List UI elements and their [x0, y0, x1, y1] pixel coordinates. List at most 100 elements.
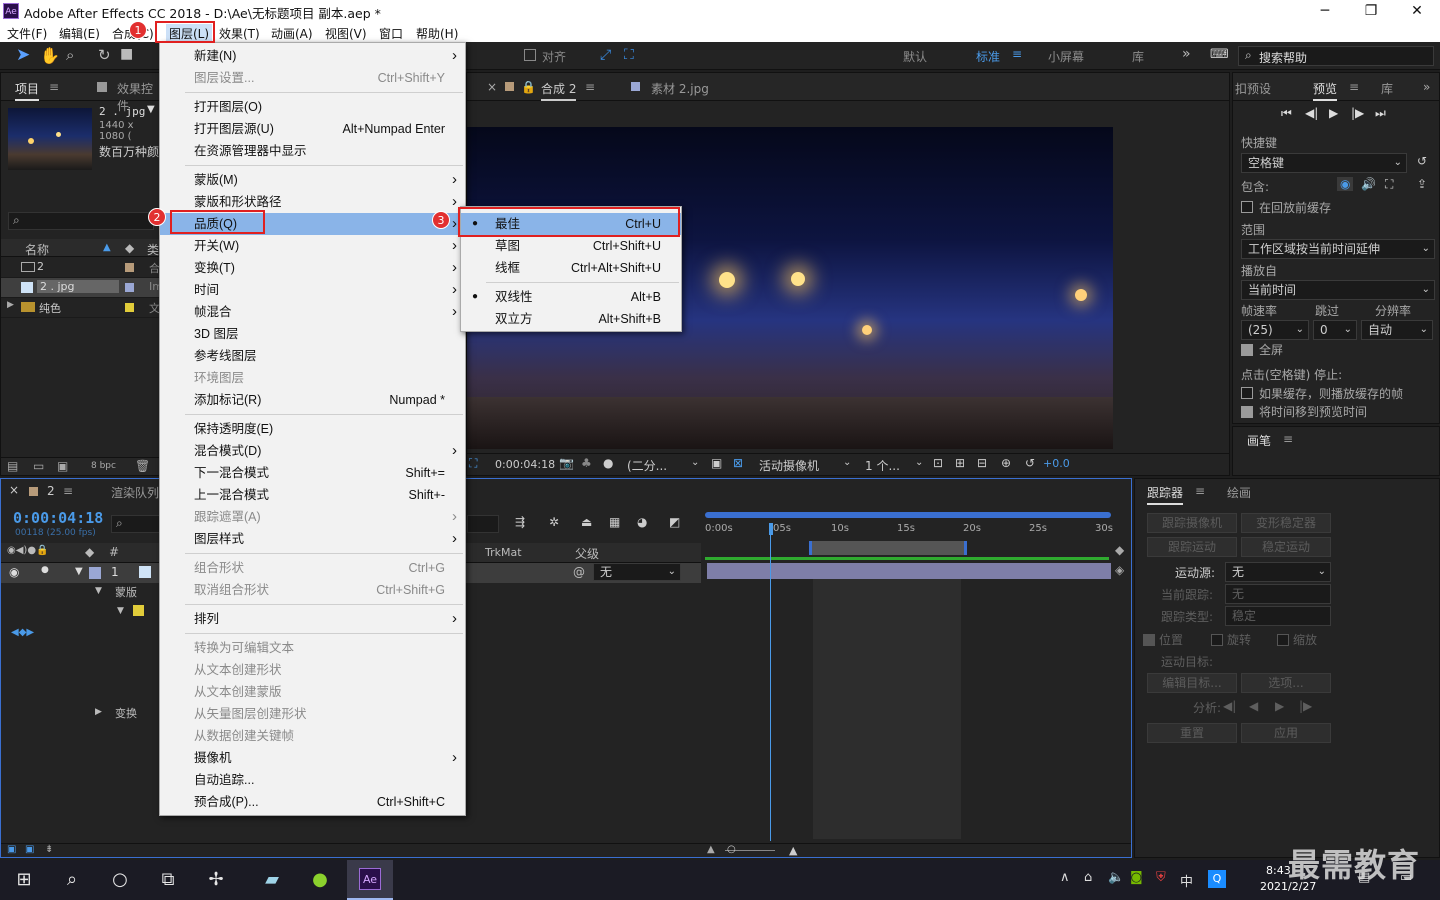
toggle-pixel-icon[interactable]: ⊡ [933, 456, 943, 470]
cache-before-checkbox[interactable] [1241, 201, 1253, 213]
menu-window[interactable]: 窗口 [379, 25, 403, 42]
layer-menu-item[interactable]: 跟踪遮罩(A) › [160, 506, 465, 528]
layer-menu-item[interactable]: 下一混合模式 Shift+= [160, 462, 465, 484]
position-checkbox[interactable] [1143, 634, 1155, 646]
workspace-default[interactable]: 默认 [903, 48, 927, 65]
mask-label-color[interactable] [133, 605, 144, 616]
track-type-dropdown[interactable]: 稳定 [1225, 606, 1331, 626]
file-dropdown-icon[interactable]: ▼ [147, 104, 155, 115]
menu-file[interactable]: 文件(F) [7, 25, 47, 42]
layer-menu-item[interactable]: 图层设置... Ctrl+Shift+Y [160, 67, 465, 89]
current-track-dropdown[interactable]: 无 [1225, 584, 1331, 604]
time-ruler[interactable]: 0:00s 05s 10s 15s 20s 25s 30s [703, 521, 1113, 561]
layer-menu-item[interactable]: 环境图层 [160, 367, 465, 389]
close-tab-icon[interactable]: × [487, 80, 497, 94]
zoom-tool-icon[interactable]: ⌕ [66, 46, 74, 64]
tab-menu-icon[interactable]: ≡ [585, 80, 595, 94]
label-color[interactable] [125, 283, 134, 292]
zoom-in-icon[interactable]: ▲ [789, 844, 797, 857]
layer-duration-bar[interactable] [707, 563, 1111, 579]
overlay-icon[interactable]: ⛶ [1385, 177, 1393, 192]
keyboard-icon[interactable]: ⌨ [1210, 47, 1229, 62]
expand-arrow-icon[interactable]: ▶ [95, 707, 102, 717]
grid-tool-icon[interactable]: ⛶ [624, 47, 634, 63]
options-button[interactable]: 选项... [1241, 673, 1331, 693]
exposure-value[interactable]: +0.0 [1043, 457, 1070, 470]
analyze-forward-icon[interactable]: ▶ [1275, 699, 1284, 713]
stabilize-motion-button[interactable]: 稳定运动 [1241, 537, 1331, 557]
chevron-down-icon[interactable]: ⌄ [915, 457, 923, 468]
layer-menu-item[interactable]: 上一混合模式 Shift+- [160, 484, 465, 506]
comp-timecode[interactable]: 0:00:04:18 [495, 458, 555, 471]
show-snapshot-icon[interactable]: ♣ [581, 456, 592, 470]
timeline-search-input[interactable]: ⌕ [111, 515, 161, 533]
transparency-grid-icon[interactable]: ⊠ [733, 456, 743, 470]
menu-animation[interactable]: 动画(A) [271, 25, 313, 42]
playhead-handle[interactable] [769, 523, 773, 535]
label-color[interactable] [125, 303, 134, 312]
reset-icon[interactable]: ↺ [1417, 154, 1427, 168]
warp-stabilizer-button[interactable]: 变形稳定器 [1241, 513, 1331, 533]
range-dropdown[interactable]: 工作区域按当前时间延伸 ⌄ [1241, 239, 1435, 259]
layer-menu-item[interactable]: 摄像机 › [160, 747, 465, 769]
chevron-down-icon[interactable]: ⌄ [843, 457, 851, 468]
move-time-checkbox[interactable] [1241, 406, 1253, 418]
windows-start-icon[interactable]: ⊞ [10, 866, 38, 894]
chevron-up-icon[interactable]: ∧ [1060, 870, 1070, 885]
tab-tracker[interactable]: 跟踪器 [1147, 484, 1184, 505]
collapse-arrow-icon[interactable]: ▼ [95, 586, 102, 596]
zoom-slider-handle-icon[interactable]: ○ [727, 844, 736, 855]
layer-switches-icon[interactable]: ▣ [7, 844, 16, 855]
snap-checkbox[interactable] [524, 49, 536, 61]
fast-previews-icon[interactable]: ▣ [711, 456, 722, 470]
layer-menu-item[interactable]: 排列 › [160, 608, 465, 630]
layer-menu-item[interactable]: 从文本创建形状 [160, 659, 465, 681]
layer-menu-item[interactable]: 预合成(P)... Ctrl+Shift+C [160, 791, 465, 813]
tab-paint[interactable]: 绘画 [1227, 484, 1251, 501]
timeline-timecode[interactable]: 0:00:04:18 [13, 509, 103, 527]
solo-icon[interactable]: ● [41, 565, 49, 575]
tab-timeline-comp[interactable]: 2 [47, 484, 55, 498]
layer-menu-item[interactable]: 蒙版(M) › [160, 169, 465, 191]
tab-composition[interactable]: 合成 2 [541, 80, 577, 101]
in-out-icon[interactable]: ⇟ [45, 844, 53, 855]
apply-button[interactable]: 应用 [1241, 723, 1331, 743]
tab-project[interactable]: 项目 [15, 80, 40, 101]
notes-app-icon[interactable]: ▰ [258, 866, 286, 894]
minimize-icon[interactable]: ─ [1302, 0, 1348, 22]
last-frame-icon[interactable]: ⏭ [1375, 106, 1386, 121]
transfer-controls-icon[interactable]: ▣ [25, 844, 34, 855]
work-area-range[interactable] [705, 512, 1111, 518]
workspace-standard[interactable]: 标准 [976, 48, 1000, 65]
layer-menu-item[interactable]: 保持透明度(E) [160, 418, 465, 440]
quality-menu-item[interactable]: 线框 Ctrl+Alt+Shift+U [461, 257, 681, 279]
playhead-line[interactable] [770, 535, 771, 841]
new-composition-icon[interactable]: ▣ [57, 459, 68, 473]
layer-menu-item[interactable]: 变换(T) › [160, 257, 465, 279]
comp-button-icon[interactable]: ◆ [1115, 543, 1124, 557]
tab-footage[interactable]: 素材 2.jpg [651, 80, 709, 97]
reset-button[interactable]: 重置 [1147, 723, 1237, 743]
volume-icon[interactable]: 🔈 [1108, 870, 1124, 885]
search-help-input[interactable]: ⌕ 搜索帮助 [1238, 46, 1434, 66]
tab-brush[interactable]: 画笔 [1247, 432, 1271, 449]
melon-app-icon[interactable]: ● [306, 866, 334, 894]
close-tab-icon[interactable]: × [9, 483, 19, 497]
project-item[interactable]: 2 合 [1, 258, 160, 278]
render-icon[interactable]: ⊕ [1001, 456, 1011, 470]
layer-menu-item[interactable]: 3D 图层 [160, 323, 465, 345]
new-folder-icon[interactable]: ▭ [33, 459, 44, 473]
tab-library[interactable]: 库 [1381, 80, 1393, 97]
close-icon[interactable]: ✕ [1394, 0, 1440, 22]
play-from-dropdown[interactable]: 当前时间 ⌄ [1241, 280, 1435, 300]
tab-menu-icon[interactable]: ≡ [1349, 80, 1359, 94]
tab-preview[interactable]: 预览 [1313, 80, 1338, 101]
pickwhip-icon[interactable]: @ [573, 565, 585, 579]
qq-icon[interactable]: Q [1208, 870, 1226, 888]
menu-help[interactable]: 帮助(H) [416, 25, 458, 42]
resolution-dropdown[interactable]: (二分... [627, 457, 667, 474]
hide-shy-icon[interactable]: ⏏ [581, 515, 592, 529]
layer-menu-item[interactable]: 参考线图层 [160, 345, 465, 367]
layer-menu-item[interactable]: 组合形状 Ctrl+G [160, 557, 465, 579]
preview-range[interactable] [809, 541, 967, 555]
